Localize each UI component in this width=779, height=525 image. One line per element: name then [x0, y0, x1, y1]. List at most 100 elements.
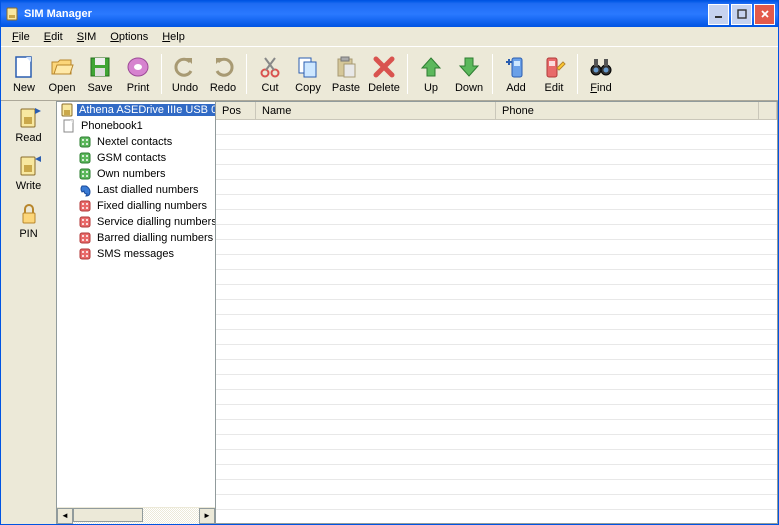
tree-item[interactable]: Last dialled numbers [57, 182, 215, 198]
table-row[interactable] [216, 345, 777, 360]
delete-button[interactable]: Delete [365, 49, 403, 99]
tree-item[interactable]: Nextel contacts [57, 134, 215, 150]
toolbar-separator [407, 54, 408, 94]
write-button[interactable]: Write [6, 153, 52, 197]
lock-icon [16, 201, 42, 227]
menu-sim[interactable]: SIM [70, 29, 104, 45]
table-row[interactable] [216, 435, 777, 450]
copy-button[interactable]: Copy [289, 49, 327, 99]
table-row[interactable] [216, 480, 777, 495]
tree-root[interactable]: Athena ASEDrive IIIe USB 0 [57, 102, 215, 118]
tree-item[interactable]: SMS messages [57, 246, 215, 262]
column-spacer [759, 102, 777, 119]
table-row[interactable] [216, 450, 777, 465]
scroll-right-button[interactable]: ► [199, 508, 215, 524]
paste-icon [332, 53, 360, 81]
table-row[interactable] [216, 120, 777, 135]
menu-options[interactable]: Options [103, 29, 155, 45]
arrow-down-icon [455, 53, 483, 81]
tree-item-icon [77, 182, 93, 198]
tree-item-icon [77, 214, 93, 230]
table-row[interactable] [216, 420, 777, 435]
save-button[interactable]: Save [81, 49, 119, 99]
table-row[interactable] [216, 270, 777, 285]
table-row[interactable] [216, 405, 777, 420]
minimize-button[interactable] [708, 4, 729, 25]
tree-item-label: Nextel contacts [95, 136, 174, 148]
table-row[interactable] [216, 315, 777, 330]
tree-item[interactable]: GSM contacts [57, 150, 215, 166]
sim-read-icon [16, 105, 42, 131]
tree-phonebook[interactable]: Phonebook1 [57, 118, 215, 134]
grid-panel: Pos Name Phone [216, 101, 778, 524]
table-row[interactable] [216, 210, 777, 225]
menu-help[interactable]: Help [155, 29, 192, 45]
tree-item-icon [77, 198, 93, 214]
find-button[interactable]: Find [582, 49, 620, 99]
tree-item[interactable]: Barred dialling numbers [57, 230, 215, 246]
tree-item-icon [77, 150, 93, 166]
tree-item-icon [77, 166, 93, 182]
redo-button[interactable]: Redo [204, 49, 242, 99]
table-row[interactable] [216, 195, 777, 210]
tree-view[interactable]: Athena ASEDrive IIIe USB 0 Phonebook1 Ne… [57, 102, 215, 507]
column-pos[interactable]: Pos [216, 102, 256, 119]
print-button[interactable]: Print [119, 49, 157, 99]
table-row[interactable] [216, 255, 777, 270]
tree-panel: Athena ASEDrive IIIe USB 0 Phonebook1 Ne… [56, 101, 216, 524]
table-row[interactable] [216, 285, 777, 300]
table-row[interactable] [216, 180, 777, 195]
edit-button[interactable]: Edit [535, 49, 573, 99]
column-name[interactable]: Name [256, 102, 496, 119]
undo-button[interactable]: Undo [166, 49, 204, 99]
read-button[interactable]: Read [6, 105, 52, 149]
delete-icon [370, 53, 398, 81]
table-row[interactable] [216, 360, 777, 375]
column-phone[interactable]: Phone [496, 102, 759, 119]
cut-button[interactable]: Cut [251, 49, 289, 99]
tree-item[interactable]: Service dialling numbers [57, 214, 215, 230]
tree-item[interactable]: Fixed dialling numbers [57, 198, 215, 214]
down-button[interactable]: Down [450, 49, 488, 99]
table-row[interactable] [216, 495, 777, 510]
table-row[interactable] [216, 240, 777, 255]
table-row[interactable] [216, 150, 777, 165]
toolbar-separator [577, 54, 578, 94]
scroll-track[interactable] [73, 508, 199, 524]
table-row[interactable] [216, 300, 777, 315]
scroll-thumb[interactable] [73, 508, 143, 522]
sim-card-icon [59, 102, 75, 118]
redo-icon [209, 53, 237, 81]
tree-item-label: Fixed dialling numbers [95, 200, 209, 212]
new-button[interactable]: New [5, 49, 43, 99]
menu-file[interactable]: Fdocument.currentScript.previousElementS… [5, 29, 37, 45]
table-row[interactable] [216, 375, 777, 390]
up-button[interactable]: Up [412, 49, 450, 99]
copy-icon [294, 53, 322, 81]
scroll-left-button[interactable]: ◄ [57, 508, 73, 524]
table-row[interactable] [216, 510, 777, 523]
horizontal-scrollbar[interactable]: ◄ ► [57, 507, 215, 523]
tree-phonebook-label: Phonebook1 [79, 120, 145, 132]
toolbar-separator [161, 54, 162, 94]
save-icon [86, 53, 114, 81]
table-row[interactable] [216, 165, 777, 180]
maximize-button[interactable] [731, 4, 752, 25]
tree-item-label: Barred dialling numbers [95, 232, 215, 244]
table-row[interactable] [216, 330, 777, 345]
table-row[interactable] [216, 465, 777, 480]
table-row[interactable] [216, 390, 777, 405]
tree-item[interactable]: Own numbers [57, 166, 215, 182]
tree-item-icon [77, 230, 93, 246]
scissors-icon [256, 53, 284, 81]
table-row[interactable] [216, 135, 777, 150]
paste-button[interactable]: Paste [327, 49, 365, 99]
grid-body[interactable] [216, 120, 777, 523]
table-row[interactable] [216, 225, 777, 240]
menu-edit[interactable]: Edit [37, 29, 70, 45]
add-phone-icon [502, 53, 530, 81]
add-button[interactable]: Add [497, 49, 535, 99]
open-button[interactable]: Open [43, 49, 81, 99]
close-button[interactable] [754, 4, 775, 25]
pin-button[interactable]: PIN [6, 201, 52, 245]
